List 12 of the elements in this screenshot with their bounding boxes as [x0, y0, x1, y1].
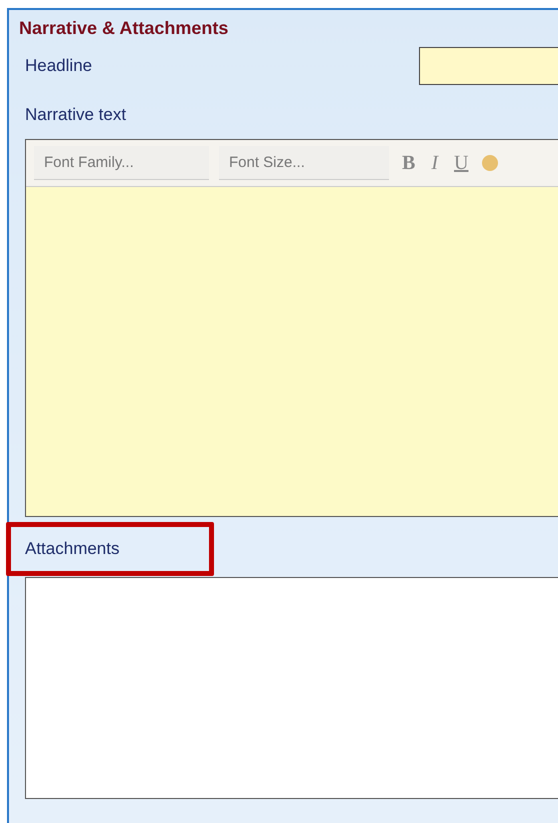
headline-label: Headline — [24, 56, 94, 76]
bold-button[interactable]: B — [399, 152, 418, 174]
italic-button[interactable]: I — [428, 152, 442, 174]
font-dropdown[interactable]: Font Size... — [219, 146, 389, 180]
font-dropdown[interactable]: Font Family... — [34, 146, 209, 180]
narrative-label: Narrative text — [24, 105, 128, 125]
attachments-box[interactable] — [25, 577, 558, 799]
attachments-label: Attachments — [24, 538, 120, 560]
underline-button[interactable]: U — [451, 152, 472, 174]
color-palette-icon[interactable] — [481, 154, 500, 172]
section-title: Narrative & Attachments — [19, 18, 230, 39]
headline-input-field[interactable] — [419, 47, 558, 85]
